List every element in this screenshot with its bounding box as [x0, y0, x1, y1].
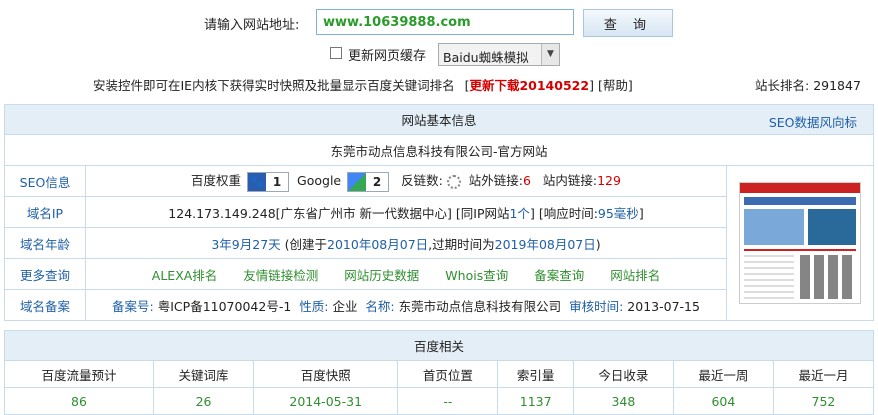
- nature-label: 性质:: [299, 298, 329, 314]
- spider-select[interactable]: Baidu蜘蛛模拟 ▼: [438, 43, 560, 66]
- site-rank-link[interactable]: 网站排名: [610, 268, 660, 283]
- icp-number-value: 粤ICP备11070042号-1: [157, 298, 292, 314]
- more-links: ALEXA排名 友情链接检测 网站历史数据 Whois查询 备案查询 网站排名: [85, 258, 727, 290]
- index-value[interactable]: 1137: [497, 387, 574, 415]
- alexa-link[interactable]: ALEXA排名: [152, 268, 218, 283]
- age-value: 3年9月27天: [211, 236, 281, 252]
- cache-checkbox-label: 更新网页缓存: [348, 49, 427, 64]
- spider-select-value: Baidu蜘蛛模拟: [443, 50, 529, 65]
- query-button[interactable]: 查 询: [583, 9, 673, 37]
- google-label: Google: [297, 173, 342, 189]
- response-value: 95毫秒: [597, 205, 639, 221]
- basic-info-title: 网站基本信息: [401, 113, 477, 128]
- ip-info: 124.173.149.248[广东省广州市 新一代数据中心] [同IP网站1个…: [85, 196, 727, 228]
- seo-label: SEO信息: [4, 165, 86, 197]
- age-close: ): [595, 236, 601, 252]
- icp-info: 备案号: 粤ICP备11070042号-1 性质: 企业 名称: 东莞市动点信息…: [85, 289, 727, 321]
- col-snapshot: 百度快照: [253, 360, 399, 388]
- week-value[interactable]: 604: [672, 387, 774, 415]
- col-week: 最近一周: [672, 360, 774, 388]
- help-link[interactable]: [帮助]: [598, 78, 633, 93]
- backlinks-label: 反链数:: [401, 173, 443, 189]
- keywords-value[interactable]: 26: [153, 387, 255, 415]
- seo-info: 百度权重 🐾 1 Google 2 反链数: 站外链接:6 站内链接:129: [85, 165, 727, 197]
- review-date-label: 审核时间:: [569, 298, 624, 314]
- response-label: [响应时间:: [538, 205, 598, 221]
- url-label: 请输入网站地址:: [204, 18, 300, 33]
- same-ip-label: [同IP网站: [455, 205, 510, 221]
- site-name: 东莞市动点信息科技有限公司-官方网站: [4, 134, 874, 166]
- site-thumbnail-cell: [726, 165, 874, 321]
- baidu-stats-table: 百度相关 百度流量预计 关键词库 百度快照 首页位置 索引量 今日收录 最近一周…: [3, 330, 875, 415]
- icp-number-label: 备案号:: [112, 298, 154, 314]
- basic-info-table: 网站基本信息 SEO数据风向标 东莞市动点信息科技有限公司-官方网站 SEO信息…: [4, 104, 874, 321]
- ip-label: 域名IP: [4, 196, 86, 228]
- chevron-down-icon: ▼: [541, 44, 559, 65]
- traffic-value[interactable]: 86: [3, 387, 155, 415]
- col-month: 最近一月: [772, 360, 875, 388]
- download-link[interactable]: 更新下载20140522: [469, 78, 589, 93]
- baidu-weight-value: 1: [272, 174, 282, 189]
- baidu-stats-header-row: 百度流量预计 关键词库 百度快照 首页位置 索引量 今日收录 最近一周 最近一月: [3, 360, 875, 388]
- col-homepage-position: 首页位置: [397, 360, 499, 388]
- rank-value: 291847: [813, 78, 861, 93]
- seo-trend-link[interactable]: SEO数据风向标: [769, 112, 857, 131]
- promo-text: 安装控件即可在IE内核下获得实时快照及批量显示百度关键词排名: [93, 78, 455, 93]
- baidu-paw-icon: 🐾: [248, 172, 267, 191]
- age-info: 3年9月27天 (创建于2010年08月07日,过期时间为2019年08月07日…: [85, 227, 727, 259]
- baidu-weight-label: 百度权重: [191, 173, 242, 189]
- cache-checkbox[interactable]: [330, 47, 342, 59]
- google-pr-badge[interactable]: 2: [347, 171, 390, 192]
- review-date-value: 2013-07-15: [627, 298, 700, 314]
- today-value[interactable]: 348: [572, 387, 674, 415]
- name-value: 东莞市动点信息科技有限公司: [398, 298, 562, 314]
- month-value[interactable]: 752: [772, 387, 875, 415]
- baidu-stats-header: 百度相关: [4, 330, 874, 361]
- response-close: ]: [638, 205, 644, 221]
- site-thumbnail[interactable]: [739, 182, 861, 304]
- same-ip-close: ]: [529, 205, 535, 221]
- age-label: 域名年龄: [4, 227, 86, 259]
- expire-date: 2019年08月07日: [494, 236, 596, 252]
- rank-label: 站长排名:: [755, 78, 810, 93]
- col-index: 索引量: [497, 360, 574, 388]
- external-links-value[interactable]: 6: [523, 173, 531, 188]
- google-icon: [348, 172, 367, 191]
- more-label: 更多查询: [4, 258, 86, 290]
- promo-line: 安装控件即可在IE内核下获得实时快照及批量显示百度关键词排名 [更新下载2014…: [93, 75, 633, 94]
- icp-label: 域名备案: [4, 289, 86, 321]
- loading-spinner-icon: [446, 174, 461, 189]
- external-links-label: 站外链接:: [468, 173, 523, 189]
- history-data-link[interactable]: 网站历史数据: [344, 268, 419, 283]
- ip-value: 124.173.149.248[广东省广州市 新一代数据中心]: [168, 205, 452, 221]
- col-keywords: 关键词库: [153, 360, 255, 388]
- expire-label: ,过期时间为: [428, 236, 495, 252]
- baidu-stats-value-row: 86 26 2014-05-31 -- 1137 348 604 752: [3, 387, 875, 415]
- name-label: 名称:: [365, 298, 395, 314]
- col-today: 今日收录: [572, 360, 674, 388]
- internal-links-label: 站内链接:: [542, 173, 598, 189]
- url-input[interactable]: [316, 9, 574, 35]
- friend-links-check-link[interactable]: 友情链接检测: [243, 268, 318, 283]
- google-pr-value: 2: [372, 174, 382, 189]
- col-traffic: 百度流量预计: [3, 360, 155, 388]
- webmaster-rank: 站长排名: 291847: [755, 75, 861, 94]
- nature-value: 企业: [332, 298, 358, 314]
- same-ip-value[interactable]: 1个: [509, 206, 529, 221]
- basic-info-header: 网站基本信息 SEO数据风向标: [4, 104, 874, 135]
- internal-links-value[interactable]: 129: [597, 173, 621, 188]
- download-close: ]: [589, 78, 594, 93]
- created-label: (创建于: [284, 236, 328, 252]
- homepage-position-value: --: [397, 387, 499, 415]
- snapshot-value[interactable]: 2014-05-31: [253, 387, 399, 415]
- baidu-weight-badge[interactable]: 🐾 1: [247, 171, 290, 192]
- whois-link[interactable]: Whois查询: [445, 268, 508, 283]
- created-date: 2010年08月07日: [327, 236, 429, 252]
- icp-query-link[interactable]: 备案查询: [534, 268, 584, 283]
